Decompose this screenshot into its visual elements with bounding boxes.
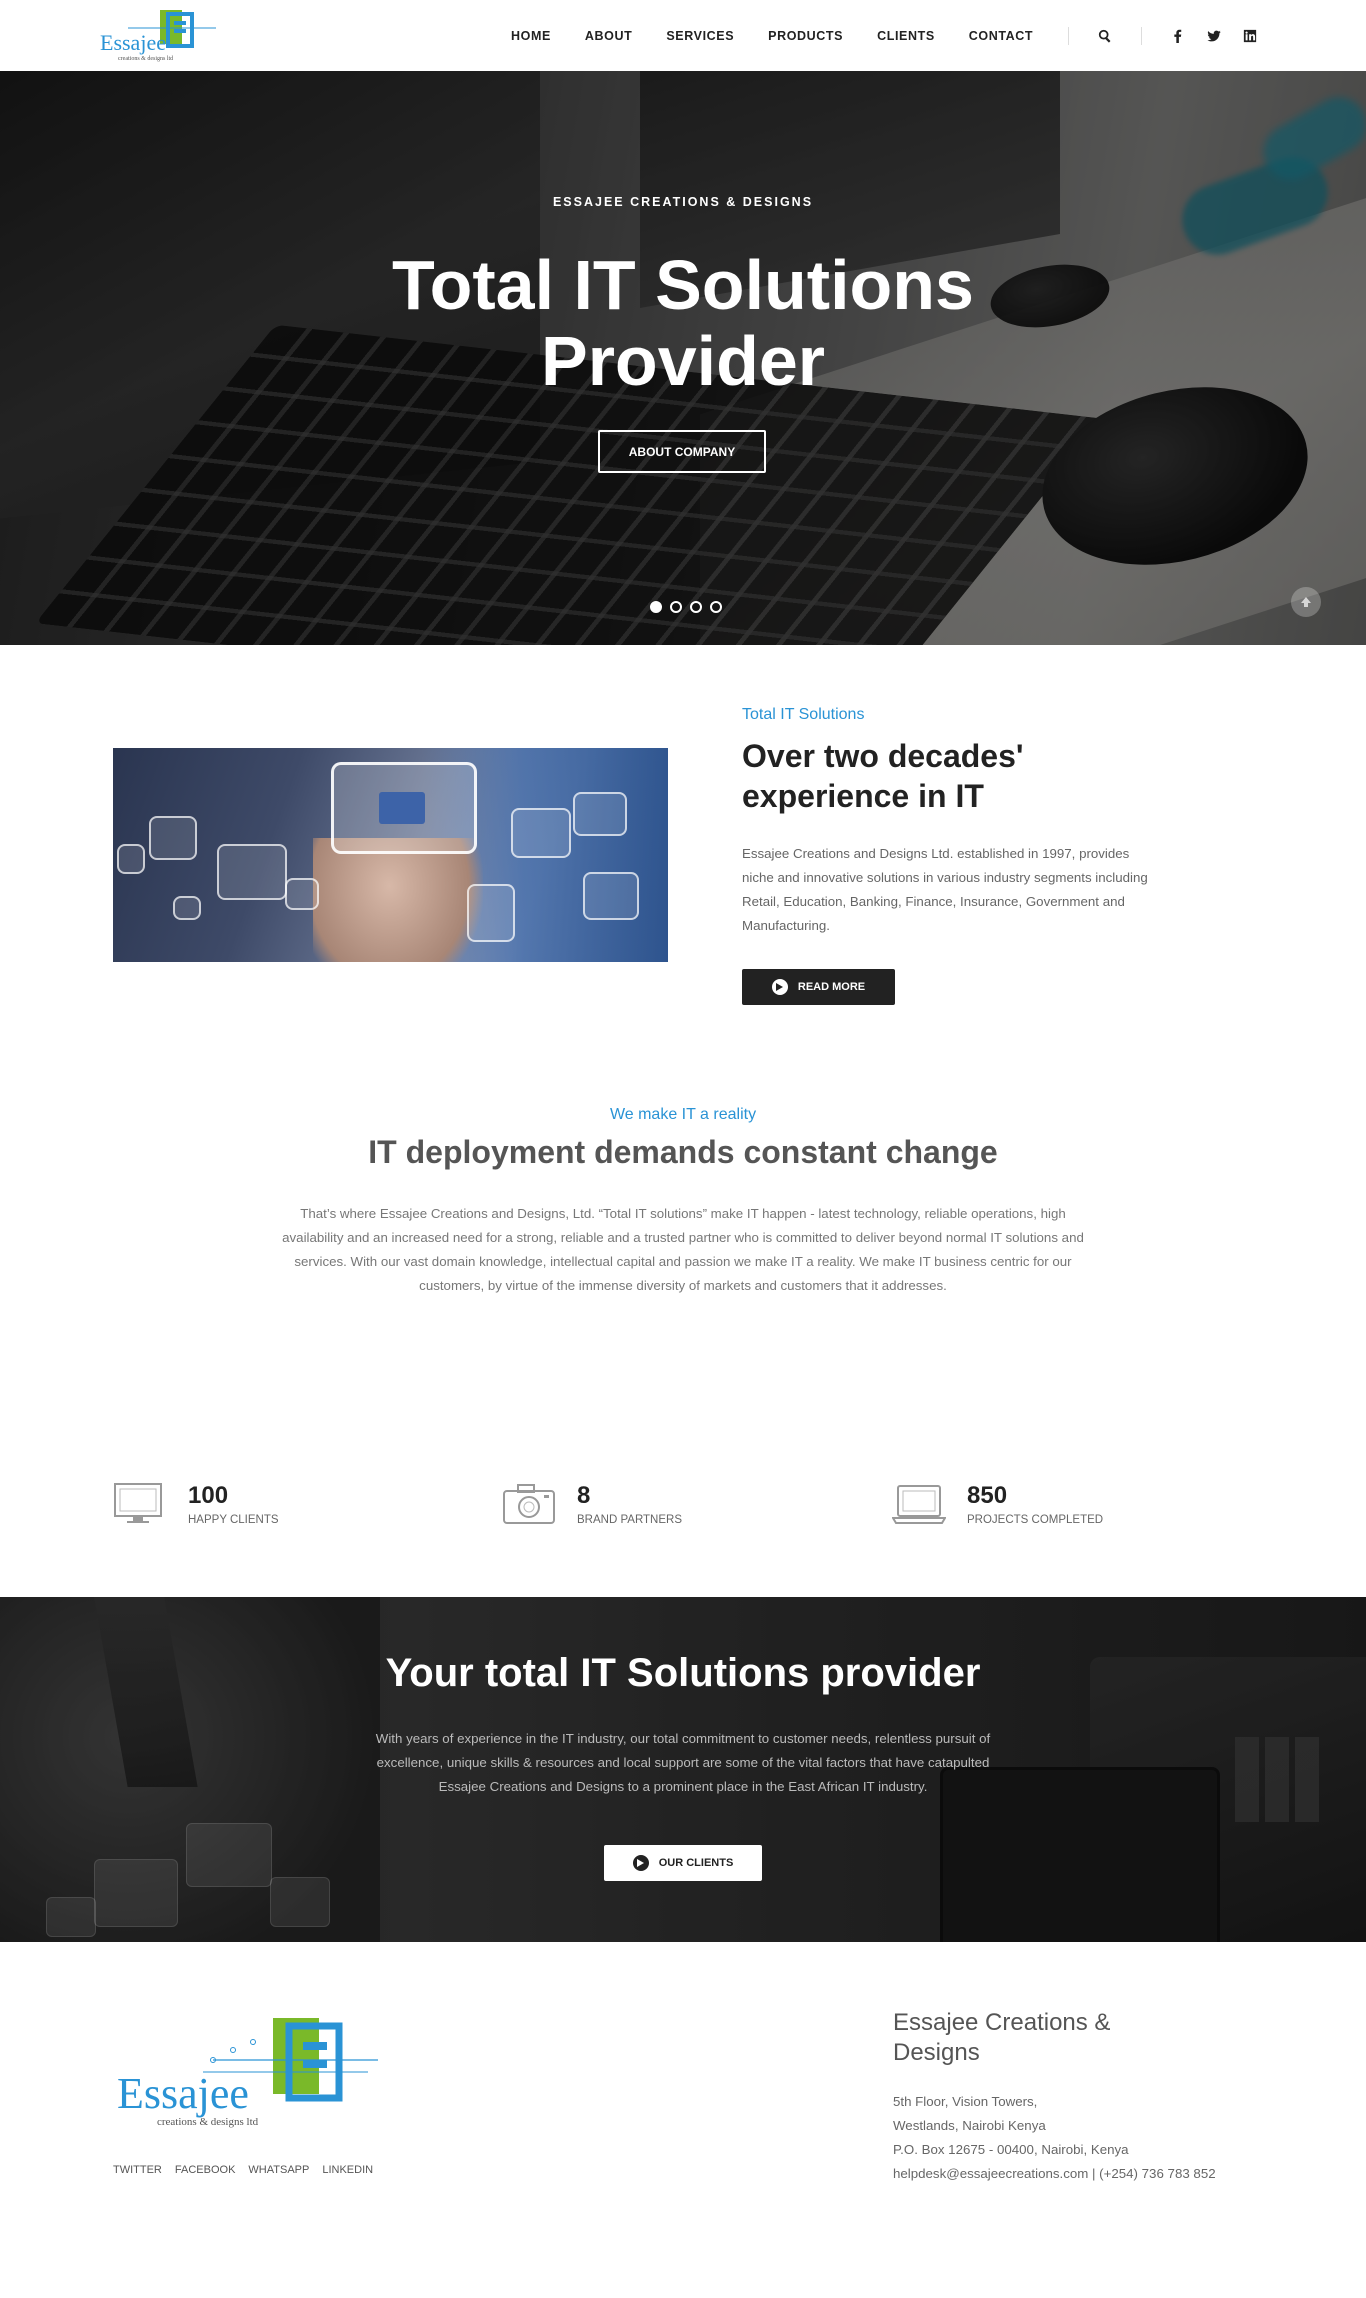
stat-label: BRAND PARTNERS <box>577 1514 683 1526</box>
slider-dots <box>646 601 726 613</box>
stat-label: HAPPY CLIENTS <box>188 1514 279 1526</box>
provider-text: With years of experience in the IT indus… <box>375 1731 991 1794</box>
gear-icon <box>511 808 571 858</box>
site-logo[interactable]: Essajee creations & designs ltd <box>98 6 218 64</box>
nav-about[interactable]: ABOUT <box>585 29 632 43</box>
address-line: Westlands, Nairobi Kenya <box>893 2118 1046 2133</box>
monitor-icon <box>583 872 639 920</box>
about-company-button[interactable]: ABOUT COMPANY <box>598 430 766 473</box>
laptop-icon <box>891 1482 947 1526</box>
footer-link-twitter[interactable]: TWITTER <box>113 2164 162 2176</box>
about-image <box>113 748 668 962</box>
stat-projects-completed: 850 PROJECTS COMPLETED <box>891 1480 1192 1530</box>
stat-value: 850 <box>967 1482 1008 1509</box>
site-header: Essajee creations & designs ltd HOME ABO… <box>0 0 1366 71</box>
provider-band: Your total IT Solutions provider With ye… <box>0 1597 1366 1942</box>
svg-text:creations & designs ltd: creations & designs ltd <box>118 56 173 62</box>
arrow-up-icon <box>1301 597 1311 607</box>
reality-text: That’s where Essajee Creations and Desig… <box>282 1206 1084 1293</box>
stat-value: 100 <box>188 1482 229 1509</box>
nav-contact[interactable]: CONTACT <box>969 29 1033 43</box>
scroll-top-button[interactable] <box>1291 587 1321 617</box>
linkedin-icon[interactable] <box>1242 28 1258 44</box>
nav-clients[interactable]: CLIENTS <box>877 29 935 43</box>
nav-divider <box>1141 26 1143 45</box>
cloud-icon <box>573 792 627 836</box>
monitor-icon <box>379 792 425 824</box>
twitter-icon[interactable] <box>1206 28 1222 44</box>
read-more-label: READ MORE <box>797 981 866 993</box>
read-more-button[interactable]: READ MORE <box>742 969 895 1005</box>
play-icon <box>632 1855 649 1871</box>
globe-icon <box>217 844 287 900</box>
facebook-icon[interactable] <box>1170 28 1186 44</box>
cloud-icon <box>117 844 145 874</box>
stat-label: PROJECTS COMPLETED <box>967 1514 1104 1526</box>
slider-dot[interactable] <box>650 601 662 613</box>
phone-icon <box>285 878 319 910</box>
hero-kicker: ESSAJEE CREATIONS & DESIGNS <box>552 195 814 209</box>
about-text: Essajee Creations and Designs Ltd. estab… <box>742 846 1148 933</box>
play-icon <box>771 979 788 995</box>
wrench-icon <box>149 816 197 860</box>
contact-info: 5th Floor, Vision Towers, Westlands, Nai… <box>893 2090 1253 2186</box>
contact-email-phone[interactable]: helpdesk@essajeecreations.com | (+254) 7… <box>893 2162 1253 2186</box>
hero-slider: ESSAJEE CREATIONS & DESIGNS Total IT Sol… <box>0 71 1366 645</box>
search-icon[interactable] <box>1097 28 1113 44</box>
phone-icon <box>467 884 515 942</box>
about-title: Over two decades' experience in IT <box>742 738 1024 814</box>
footer-link-whatsapp[interactable]: WHATSAPP <box>248 2164 309 2176</box>
svg-text:Essajee: Essajee <box>117 2069 249 2118</box>
footer-link-facebook[interactable]: FACEBOOK <box>175 2164 236 2176</box>
slider-dot[interactable] <box>710 601 722 613</box>
nav-services[interactable]: SERVICES <box>666 29 734 43</box>
reality-title: IT deployment demands constant change <box>368 1134 998 1170</box>
stat-value: 8 <box>577 1482 591 1509</box>
address-line: 5th Floor, Vision Towers, <box>893 2094 1038 2109</box>
footer-logo[interactable]: Essajee creations & designs ltd <box>113 2010 383 2140</box>
nav-products[interactable]: PRODUCTS <box>768 29 843 43</box>
hero-title: Total IT Solutions Provider <box>392 246 974 400</box>
provider-title: Your total IT Solutions provider <box>385 1651 981 1695</box>
contact-title: Essajee Creations & Designs <box>893 2009 1111 2066</box>
footer-social-links: TWITTER FACEBOOK WHATSAPP LINKEDIN <box>113 2164 386 2176</box>
svg-text:creations & designs ltd: creations & designs ltd <box>157 2116 259 2128</box>
camera-icon <box>502 1482 556 1526</box>
slider-dot[interactable] <box>690 601 702 613</box>
nav-home[interactable]: HOME <box>511 29 551 43</box>
slider-dot[interactable] <box>670 601 682 613</box>
monitor-icon <box>113 1482 167 1526</box>
gear-icon <box>173 896 201 920</box>
stat-brand-partners: 8 BRAND PARTNERS <box>502 1480 802 1530</box>
stat-happy-clients: 100 HAPPY CLIENTS <box>113 1480 413 1530</box>
footer-link-linkedin[interactable]: LINKEDIN <box>322 2164 373 2176</box>
nav-divider <box>1068 26 1070 45</box>
about-kicker: Total IT Solutions <box>742 706 865 723</box>
address-line: P.O. Box 12675 - 00400, Nairobi, Kenya <box>893 2142 1129 2157</box>
svg-text:Essajee: Essajee <box>100 30 166 55</box>
main-nav: HOME ABOUT SERVICES PRODUCTS CLIENTS CON… <box>494 0 1268 71</box>
our-clients-button[interactable]: OUR CLIENTS <box>604 1845 762 1881</box>
our-clients-label: OUR CLIENTS <box>658 1857 734 1869</box>
reality-kicker: We make IT a reality <box>609 1106 757 1123</box>
about-image-hand <box>313 838 483 962</box>
